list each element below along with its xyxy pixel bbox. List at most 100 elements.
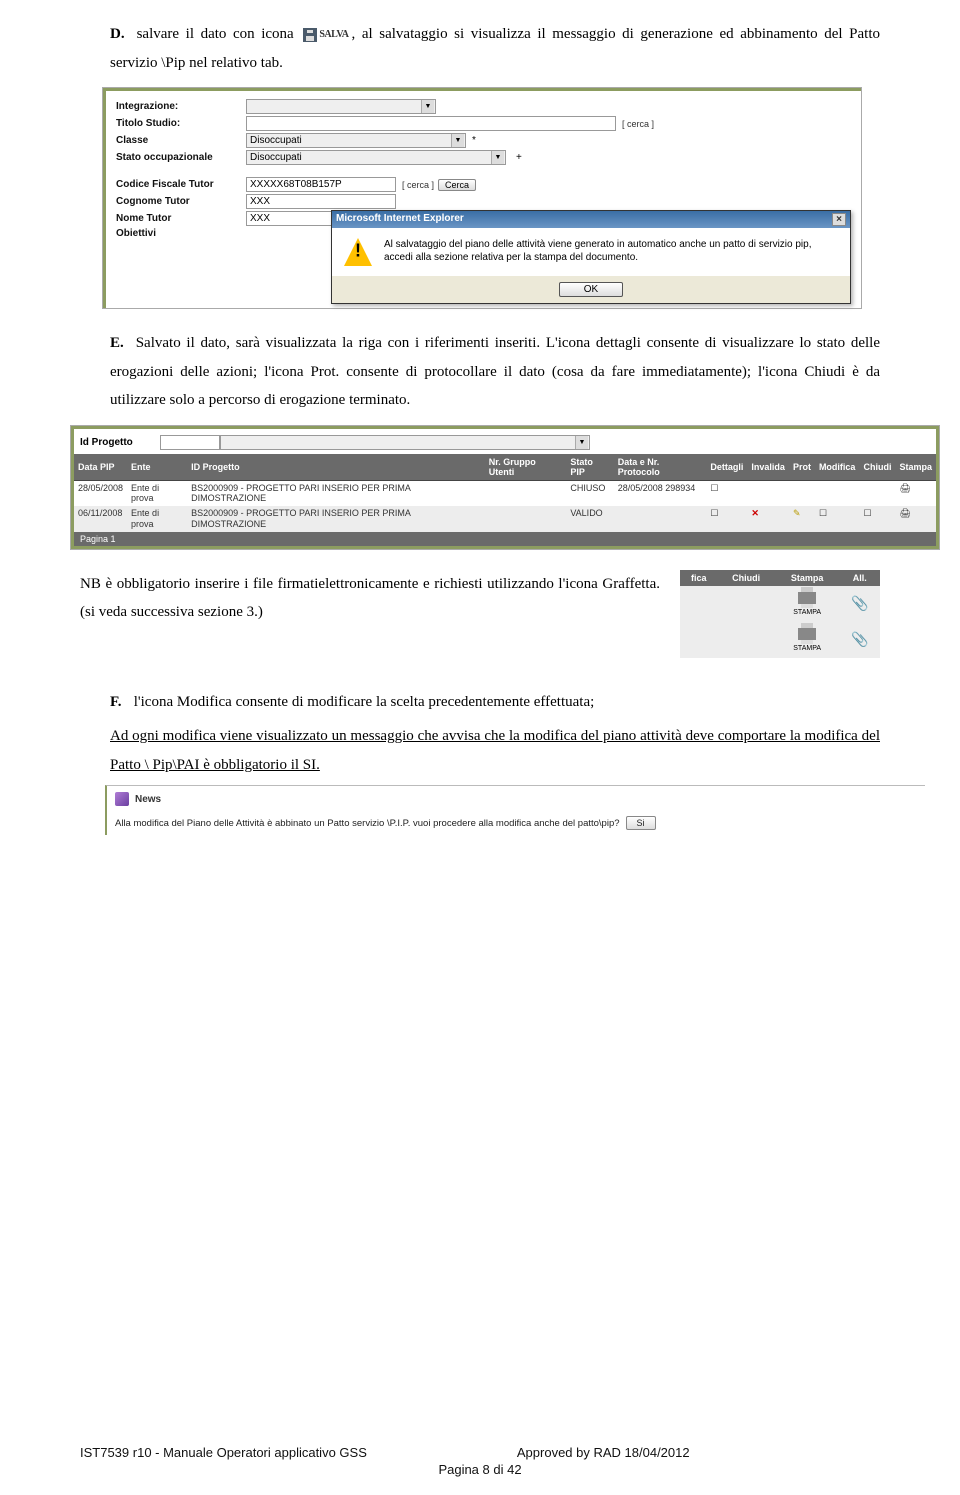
- cell-protocolo: [614, 506, 707, 532]
- th-data-pip: Data PIP: [74, 454, 127, 481]
- select-id-progetto[interactable]: [220, 435, 590, 450]
- table-row: 28/05/2008Ente di provaBS2000909 - PROGE…: [74, 480, 936, 506]
- cell-nr: [485, 480, 567, 506]
- label-cognome: Cognome Tutor: [116, 196, 246, 207]
- paragraph-d: D. salvare il dato con icona SALVA, al s…: [110, 20, 880, 77]
- printer-icon: [798, 628, 816, 640]
- screenshot-form-dialog: Integrazione: Titolo Studio: [ cerca ] Cl…: [102, 87, 862, 309]
- e-text: Salvato il dato, sarà visualizzata la ri…: [110, 335, 880, 408]
- news-msg: Alla modifica del Piano delle Attività è…: [115, 818, 620, 829]
- input-codice-fiscale[interactable]: XXXXX68T08B157P: [246, 177, 396, 192]
- table-row: 06/11/2008Ente di provaBS2000909 - PROGE…: [74, 506, 936, 532]
- th-modifica: Modifica: [815, 454, 860, 481]
- label-classe: Classe: [116, 135, 246, 146]
- pagina-label: Pagina 1: [74, 532, 936, 546]
- select-classe[interactable]: Disoccupati: [246, 133, 466, 148]
- cell-stampa-icon[interactable]: 🖨: [895, 480, 936, 506]
- th-dettagli: Dettagli: [706, 454, 747, 481]
- f-line1: l'icona Modifica consente di modificare …: [134, 694, 595, 710]
- cell-prog: BS2000909 - PROGETTO PARI INSERIO PER PR…: [187, 480, 485, 506]
- cell-data: 28/05/2008: [74, 480, 127, 506]
- cell-prog: BS2000909 - PROGETTO PARI INSERIO PER PR…: [187, 506, 485, 532]
- cell-chiudi-icon[interactable]: [859, 480, 895, 506]
- cell-dettagli-icon[interactable]: ☐: [706, 506, 747, 532]
- list-letter-f: F.: [110, 688, 130, 717]
- cerca-link-2[interactable]: [ cerca ]: [402, 180, 434, 190]
- stampa-cell-2[interactable]: STAMPA: [775, 622, 840, 658]
- th-chiudi: Chiudi: [717, 570, 774, 586]
- label-id-progetto: Id Progetto: [80, 437, 160, 448]
- stampa-cell[interactable]: STAMPA: [775, 586, 840, 622]
- page-footer: IST7539 r10 - Manuale Operatori applicat…: [80, 1445, 880, 1477]
- cell-prot-icon[interactable]: ✎: [789, 506, 815, 532]
- select-integrazione[interactable]: [246, 99, 436, 114]
- save-icon: SALVA: [300, 25, 351, 44]
- th-stato-pip: Stato PIP: [566, 454, 613, 481]
- input-titolo-studio[interactable]: [246, 116, 616, 131]
- cerca-button[interactable]: Cerca: [438, 179, 476, 191]
- cerca-link-1[interactable]: [ cerca ]: [622, 119, 654, 129]
- label-stato-occ: Stato occupazionale: [116, 152, 246, 163]
- ie-dialog: Microsoft Internet Explorer × Al salvata…: [331, 210, 851, 304]
- label-obiettivi: Obiettivi: [116, 228, 246, 239]
- cell-invalida-icon[interactable]: ✕: [747, 506, 789, 532]
- cell-data: 06/11/2008: [74, 506, 127, 532]
- news-label: News: [135, 794, 161, 805]
- paragraph-nb: NB è obbligatorio inserire i file firmat…: [80, 570, 660, 627]
- screenshot-stampa-all: fica Chiudi Stampa All. STAMPA 📎 STAMPA …: [680, 570, 880, 658]
- close-icon[interactable]: ×: [832, 213, 846, 226]
- ie-dialog-text: Al salvataggio del piano delle attività …: [384, 238, 838, 264]
- label-integrazione: Integrazione:: [116, 101, 246, 112]
- footer-left: IST7539 r10 - Manuale Operatori applicat…: [80, 1445, 367, 1460]
- si-button[interactable]: Si: [626, 816, 656, 830]
- cell-modifica-icon[interactable]: [815, 480, 860, 506]
- classe-asterisk: *: [472, 135, 476, 146]
- news-cube-icon: [115, 792, 129, 806]
- paragraph-f: F. l'icona Modifica consente di modifica…: [110, 688, 880, 717]
- cell-protocolo: 28/05/2008 298934: [614, 480, 707, 506]
- th-data-e-nr-protocolo: Data e Nr. Protocolo: [614, 454, 707, 481]
- select-stato-occ[interactable]: Disoccupati: [246, 150, 506, 165]
- list-letter-e: E.: [110, 329, 130, 358]
- cell-ente: Ente di prova: [127, 506, 187, 532]
- paragraph-f-underline: Ad ogni modifica viene visualizzato un m…: [110, 722, 880, 779]
- stato-plus: +: [516, 152, 522, 163]
- clip-icon[interactable]: 📎: [851, 631, 868, 647]
- d-text-1: salvare il dato con icona: [137, 26, 294, 42]
- label-nome: Nome Tutor: [116, 213, 246, 224]
- th-prot: Prot: [789, 454, 815, 481]
- floppy-icon: [303, 28, 317, 42]
- th-ente: Ente: [127, 454, 187, 481]
- cell-ente: Ente di prova: [127, 480, 187, 506]
- cell-chiudi-icon[interactable]: ☐: [859, 506, 895, 532]
- pip-table: Data PIPEnteID ProgettoNr. Gruppo Utenti…: [74, 454, 936, 532]
- th-id-progetto: ID Progetto: [187, 454, 485, 481]
- cell-modifica-icon[interactable]: ☐: [815, 506, 860, 532]
- cell-stato: VALIDO: [566, 506, 613, 532]
- ok-button[interactable]: OK: [559, 282, 623, 297]
- th-fica: fica: [680, 570, 717, 586]
- input-cognome[interactable]: XXX: [246, 194, 396, 209]
- th-stampa: Stampa: [775, 570, 840, 586]
- th-invalida: Invalida: [747, 454, 789, 481]
- th-nr-gruppo-utenti: Nr. Gruppo Utenti: [485, 454, 567, 481]
- cell-invalida-icon[interactable]: [747, 480, 789, 506]
- th-stampa: Stampa: [895, 454, 936, 481]
- th-chiudi: Chiudi: [859, 454, 895, 481]
- cell-prot-icon[interactable]: [789, 480, 815, 506]
- label-titolo-studio: Titolo Studio:: [116, 118, 246, 129]
- screenshot-news-bar: News Alla modifica del Piano delle Attiv…: [105, 785, 925, 835]
- cell-dettagli-icon[interactable]: ☐: [706, 480, 747, 506]
- cell-nr: [485, 506, 567, 532]
- th-all: All.: [839, 570, 880, 586]
- cell-stampa-icon[interactable]: 🖨: [895, 506, 936, 532]
- input-id-progetto[interactable]: [160, 435, 220, 450]
- printer-icon: [798, 592, 816, 604]
- clip-icon[interactable]: 📎: [851, 595, 868, 611]
- list-letter-d: D.: [110, 20, 130, 49]
- ie-dialog-title: Microsoft Internet Explorer: [336, 213, 464, 226]
- footer-right: Approved by RAD 18/04/2012: [517, 1445, 690, 1460]
- label-codice-fiscale: Codice Fiscale Tutor: [116, 179, 246, 190]
- paragraph-e: E. Salvato il dato, sarà visualizzata la…: [110, 329, 880, 415]
- footer-page: Pagina 8 di 42: [80, 1462, 880, 1477]
